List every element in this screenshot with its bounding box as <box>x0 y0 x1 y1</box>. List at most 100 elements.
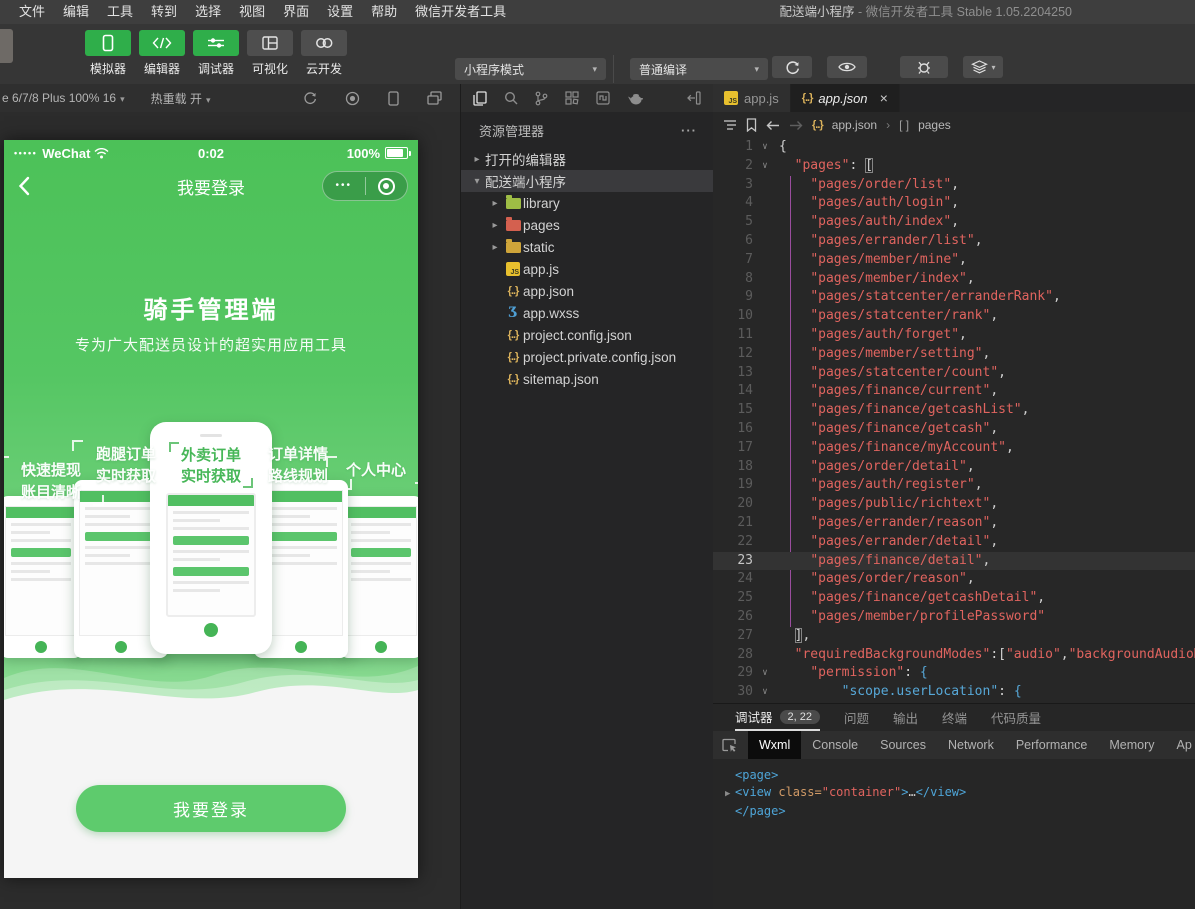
multi-window-icon[interactable] <box>427 91 442 106</box>
devtools-tab-Memory[interactable]: Memory <box>1098 731 1165 759</box>
code-area[interactable]: 1∨{2∨ "pages": [3 "pages/order/list",4 "… <box>713 138 1195 703</box>
menu-item-转到[interactable]: 转到 <box>142 0 186 24</box>
tree-right-arrow-icon[interactable]: ▸ <box>487 220 503 231</box>
nav-back-icon[interactable] <box>766 120 780 131</box>
code-line-21[interactable]: 21 "pages/errander/reason", <box>713 514 1195 533</box>
menu-item-设置[interactable]: 设置 <box>318 0 362 24</box>
wxml-node-0[interactable]: <page> <box>725 767 1183 784</box>
code-line-8[interactable]: 8 "pages/member/index", <box>713 270 1195 289</box>
toolbar-button-编辑器[interactable]: 编辑器 <box>139 30 185 77</box>
debugger-tab-终端[interactable]: 终端 <box>942 704 967 731</box>
tree-item-project.private.config.json[interactable]: {..}project.private.config.json <box>461 346 713 368</box>
code-line-16[interactable]: 16 "pages/finance/getcash", <box>713 420 1195 439</box>
toolbar-button-模拟器[interactable]: 模拟器 <box>85 30 131 77</box>
outline-icon[interactable] <box>723 119 737 131</box>
tree-item-app.wxss[interactable]: Ʒapp.wxss <box>461 302 713 324</box>
toolbar-button-云开发[interactable]: 云开发 <box>301 30 347 77</box>
record-icon[interactable] <box>345 91 360 106</box>
code-line-1[interactable]: 1∨{ <box>713 138 1195 157</box>
mode-dropdown[interactable]: 小程序模式▾ <box>455 58 606 80</box>
tree-right-arrow-icon[interactable]: ▸ <box>469 154 485 165</box>
code-line-23[interactable]: 23 "pages/finance/detail", <box>713 552 1195 571</box>
wxml-node-2[interactable]: </page> <box>725 803 1183 820</box>
git-branch-icon[interactable] <box>535 91 548 106</box>
extensions-icon[interactable] <box>565 91 579 105</box>
devtools-tab-Ap[interactable]: Ap <box>1166 731 1195 759</box>
code-line-30[interactable]: 30∨ "scope.userLocation": { <box>713 683 1195 702</box>
collapse-sidebar-icon[interactable] <box>687 91 701 105</box>
breadcrumb-file[interactable]: app.json <box>832 118 877 132</box>
more-actions-icon[interactable]: ··· <box>681 123 697 138</box>
code-line-19[interactable]: 19 "pages/auth/register", <box>713 476 1195 495</box>
code-line-11[interactable]: 11 "pages/auth/forget", <box>713 326 1195 345</box>
tree-item-sitemap.json[interactable]: {..}sitemap.json <box>461 368 713 390</box>
code-line-10[interactable]: 10 "pages/statcenter/rank", <box>713 307 1195 326</box>
close-icon[interactable]: × <box>880 90 888 106</box>
capsule-menu[interactable]: ••• <box>322 171 408 201</box>
restart-icon[interactable] <box>303 91 317 106</box>
devtools-tab-Wxml[interactable]: Wxml <box>748 731 801 759</box>
menu-item-选择[interactable]: 选择 <box>186 0 230 24</box>
fold-chevron-icon[interactable]: ∨ <box>757 138 773 157</box>
tree-right-arrow-icon[interactable]: ▸ <box>487 242 503 253</box>
search-icon[interactable] <box>504 91 518 105</box>
fold-chevron-icon[interactable]: ∨ <box>757 664 773 683</box>
compile-dropdown[interactable]: 普通编译▾ <box>630 58 768 80</box>
breadcrumb-symbol[interactable]: pages <box>918 118 951 132</box>
more-dots-icon[interactable]: ••• <box>323 181 365 191</box>
menu-item-工具[interactable]: 工具 <box>98 0 142 24</box>
tree-down-arrow-icon[interactable]: ▾ <box>469 176 485 187</box>
code-line-4[interactable]: 4 "pages/auth/login", <box>713 194 1195 213</box>
code-line-5[interactable]: 5 "pages/auth/index", <box>713 213 1195 232</box>
code-line-15[interactable]: 15 "pages/finance/getcashList", <box>713 401 1195 420</box>
fold-chevron-icon[interactable]: ∨ <box>757 683 773 702</box>
tree-item-配送端小程序[interactable]: ▾配送端小程序 <box>461 170 713 192</box>
devtools-tab-Console[interactable]: Console <box>801 731 869 759</box>
capsule-close-icon[interactable] <box>366 178 408 195</box>
toolbar-button-调试器[interactable]: 调试器 <box>193 30 239 77</box>
menu-item-界面[interactable]: 界面 <box>274 0 318 24</box>
devtools-tab-Sources[interactable]: Sources <box>869 731 937 759</box>
debugger-tab-调试器[interactable]: 调试器2, 22 <box>735 704 820 731</box>
tree-item-app.json[interactable]: {..}app.json <box>461 280 713 302</box>
code-line-3[interactable]: 3 "pages/order/list", <box>713 176 1195 195</box>
editor-tab-app.json[interactable]: {..}app.json× <box>791 84 900 112</box>
menu-item-微信开发者工具[interactable]: 微信开发者工具 <box>406 0 515 24</box>
npm-icon[interactable] <box>596 91 610 105</box>
tree-item-pages[interactable]: ▸pages <box>461 214 713 236</box>
tree-item-library[interactable]: ▸library <box>461 192 713 214</box>
tree-item-project.config.json[interactable]: {..}project.config.json <box>461 324 713 346</box>
expand-arrow-icon[interactable]: ▶ <box>725 786 735 803</box>
tencent-cloud-icon[interactable] <box>627 92 644 105</box>
bookmark-icon[interactable] <box>746 118 757 132</box>
debugger-tab-输出[interactable]: 输出 <box>893 704 918 731</box>
code-line-9[interactable]: 9 "pages/statcenter/erranderRank", <box>713 288 1195 307</box>
code-line-24[interactable]: 24 "pages/order/reason", <box>713 570 1195 589</box>
devtools-tab-Performance[interactable]: Performance <box>1005 731 1099 759</box>
tree-item-static[interactable]: ▸static <box>461 236 713 258</box>
user-avatar[interactable] <box>0 29 13 63</box>
fold-chevron-icon[interactable]: ∨ <box>757 157 773 176</box>
tree-item-打开的编辑器[interactable]: ▸打开的编辑器 <box>461 148 713 170</box>
code-line-7[interactable]: 7 "pages/member/mine", <box>713 251 1195 270</box>
tree-right-arrow-icon[interactable]: ▸ <box>487 198 503 209</box>
code-line-2[interactable]: 2∨ "pages": [ <box>713 157 1195 176</box>
debugger-tab-问题[interactable]: 问题 <box>844 704 869 731</box>
code-line-13[interactable]: 13 "pages/statcenter/count", <box>713 364 1195 383</box>
device-frame-icon[interactable] <box>388 91 399 106</box>
devtools-tab-Network[interactable]: Network <box>937 731 1005 759</box>
code-line-6[interactable]: 6 "pages/errander/list", <box>713 232 1195 251</box>
code-line-12[interactable]: 12 "pages/member/setting", <box>713 345 1195 364</box>
inspect-element-icon[interactable] <box>713 738 746 752</box>
toolbar-button-可视化[interactable]: 可视化 <box>247 30 293 77</box>
menu-item-编辑[interactable]: 编辑 <box>54 0 98 24</box>
code-line-29[interactable]: 29∨ "permission": { <box>713 664 1195 683</box>
files-icon[interactable] <box>473 91 487 106</box>
menu-item-视图[interactable]: 视图 <box>230 0 274 24</box>
code-line-20[interactable]: 20 "pages/public/richtext", <box>713 495 1195 514</box>
tree-item-app.js[interactable]: JSapp.js <box>461 258 713 280</box>
debugger-tab-代码质量[interactable]: 代码质量 <box>991 704 1041 731</box>
menu-item-帮助[interactable]: 帮助 <box>362 0 406 24</box>
code-line-18[interactable]: 18 "pages/order/detail", <box>713 458 1195 477</box>
nav-forward-icon[interactable] <box>789 120 803 131</box>
